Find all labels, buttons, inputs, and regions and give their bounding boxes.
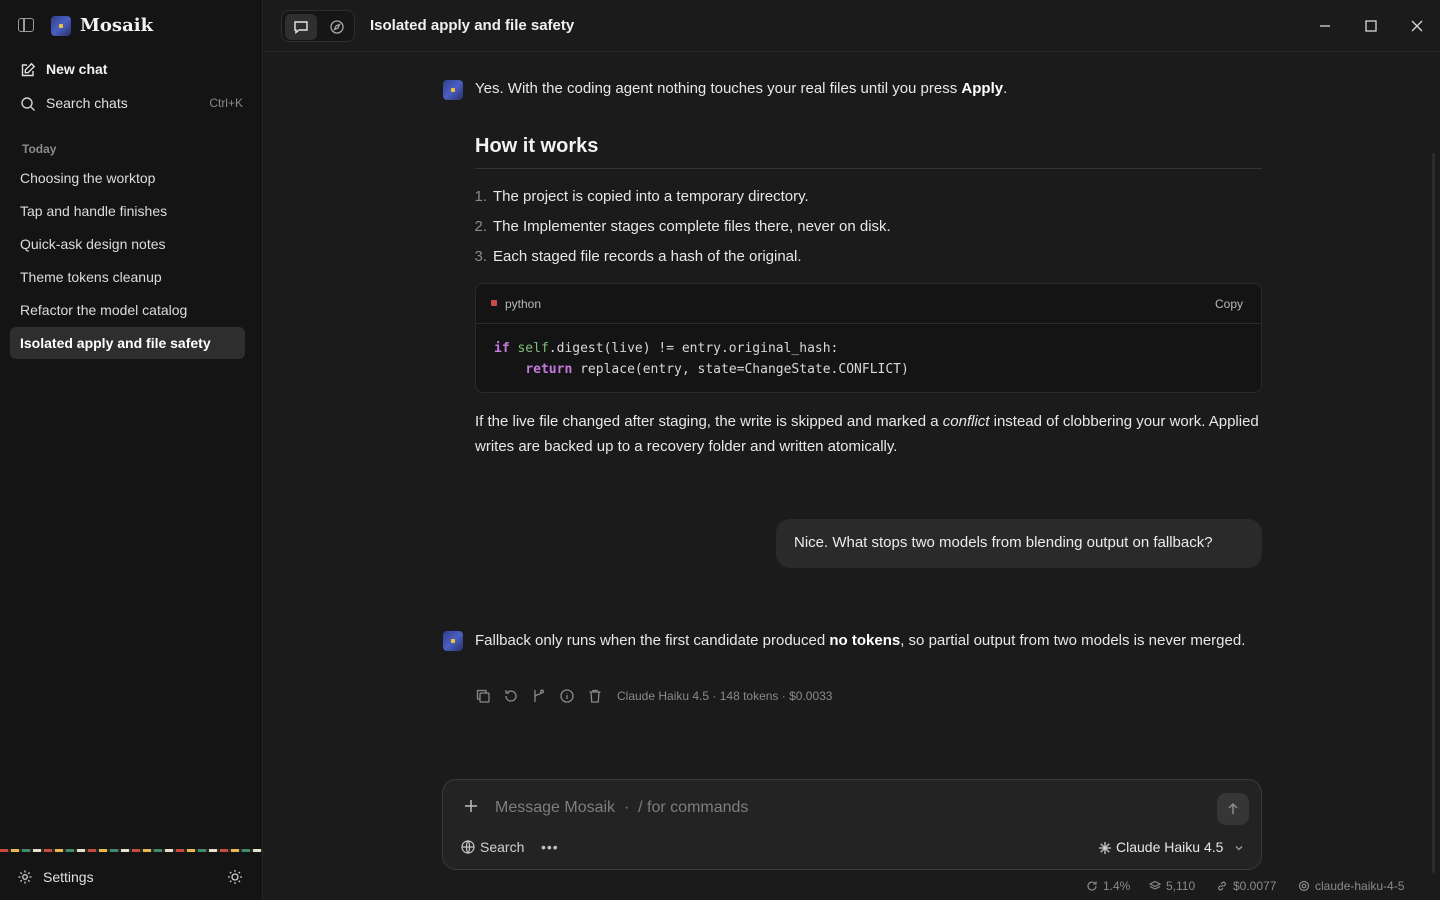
chat-view-button[interactable] [285, 14, 317, 40]
chat-item[interactable]: Refactor the model catalog [10, 294, 245, 326]
search-chats-label: Search chats [46, 95, 128, 111]
section-label-today: Today [22, 142, 57, 156]
search-shortcut: Ctrl+K [209, 96, 243, 110]
sidebar-header: Mosaik [0, 0, 263, 52]
assistant-outro: If the live file changed after staging, … [475, 413, 1259, 455]
section-heading: How it works [475, 135, 599, 157]
chevron-down-icon [1235, 846, 1243, 851]
mosaic-stripe [0, 849, 263, 852]
conversation-title: Isolated apply and file safety [370, 17, 575, 34]
scrollbar[interactable] [1432, 153, 1435, 873]
settings-button[interactable]: Settings [10, 862, 210, 892]
copy-icon[interactable] [475, 688, 491, 704]
app-logo [51, 16, 71, 36]
sparkle-icon [1099, 842, 1111, 854]
divider [475, 168, 1262, 169]
minimize-icon[interactable] [1316, 17, 1334, 35]
message-input[interactable] [495, 796, 1195, 820]
link-icon [1218, 881, 1226, 891]
refresh-icon [1087, 881, 1097, 891]
send-arrow-icon [1228, 802, 1238, 814]
plus-icon[interactable] [463, 798, 479, 814]
model-selector[interactable]: Claude Haiku 4.5 [1098, 837, 1248, 859]
list-item: 3. Each staged file records a hash of the… [474, 248, 802, 265]
chat-item-label: Theme tokens cleanup [20, 269, 162, 285]
user-message-text: Nice. What stops two models from blendin… [794, 534, 1213, 551]
retry-icon[interactable] [503, 688, 519, 704]
app-name: Mosaik [80, 15, 154, 36]
info-icon[interactable] [559, 688, 575, 704]
code-content: if self.digest(live) != entry.original_h… [494, 341, 909, 377]
code-language: python [505, 297, 542, 311]
message-meta: Claude Haiku 4.5 · 148 tokens · $0.0033 [617, 689, 833, 703]
gear-icon [1298, 880, 1310, 892]
chat-item-label: Refactor the model catalog [20, 302, 188, 318]
top-bar: Isolated apply and file safety [264, 0, 1440, 52]
sidebar: Mosaik New chat Search chats Ctrl+K Toda… [0, 0, 263, 900]
copy-code-button[interactable]: Copy [1215, 297, 1243, 311]
chat-item-label: Isolated apply and file safety [20, 335, 211, 351]
send-button[interactable] [1217, 793, 1249, 825]
assistant-intro: Yes. With the coding agent nothing touch… [475, 80, 1008, 97]
code-block: python Copy if self.digest(live) != entr… [475, 283, 1262, 393]
compass-icon [330, 20, 344, 34]
code-block-header: python Copy [476, 284, 1261, 324]
maximize-icon[interactable] [1362, 17, 1380, 35]
user-message: Nice. What stops two models from blendin… [776, 519, 1262, 568]
list-item: 1. The project is copied into a temporary… [474, 188, 809, 205]
search-label: Search [480, 839, 525, 855]
chat-item-label: Choosing the worktop [20, 170, 156, 186]
close-icon[interactable] [1408, 17, 1426, 35]
chat-item-label: Tap and handle finishes [20, 203, 168, 219]
list-item: 2. The Implementer stages complete files … [474, 218, 891, 235]
chat-item[interactable]: Choosing the worktop [10, 162, 245, 194]
chat-item-active[interactable]: Isolated apply and file safety [10, 327, 245, 359]
trash-icon[interactable] [587, 688, 603, 704]
globe-icon [461, 840, 475, 854]
new-chat-label: New chat [46, 61, 108, 77]
chat-item[interactable]: Tap and handle finishes [10, 195, 245, 227]
search-icon [21, 97, 35, 111]
sun-icon[interactable] [227, 869, 243, 885]
chat-item[interactable]: Theme tokens cleanup [10, 261, 245, 293]
assistant-avatar [443, 80, 463, 100]
chat-icon [294, 21, 308, 34]
settings-label: Settings [43, 869, 94, 885]
gear-icon [18, 870, 32, 884]
chat-item-label: Quick-ask design notes [20, 236, 166, 252]
conversation-pane: Yes. With the coding agent nothing touch… [264, 53, 1440, 900]
assistant-avatar [443, 631, 463, 651]
explore-view-button[interactable] [321, 14, 353, 40]
chat-item[interactable]: Quick-ask design notes [10, 228, 245, 260]
edit-icon [21, 62, 36, 77]
layers-icon [1149, 880, 1161, 890]
branch-icon[interactable] [531, 688, 547, 704]
more-icon[interactable]: ••• [541, 839, 558, 855]
new-chat-button[interactable]: New chat [10, 53, 245, 85]
sidebar-toggle-icon[interactable] [18, 18, 34, 32]
language-dot [491, 300, 497, 306]
assistant-reply: Fallback only runs when the first candid… [475, 632, 1246, 649]
model-label: Claude Haiku 4.5 [1116, 839, 1224, 855]
view-switcher [281, 10, 355, 42]
composer: Search ••• Claude Haiku 4.5 [442, 779, 1262, 870]
search-chats-button[interactable]: Search chats Ctrl+K [10, 87, 245, 119]
